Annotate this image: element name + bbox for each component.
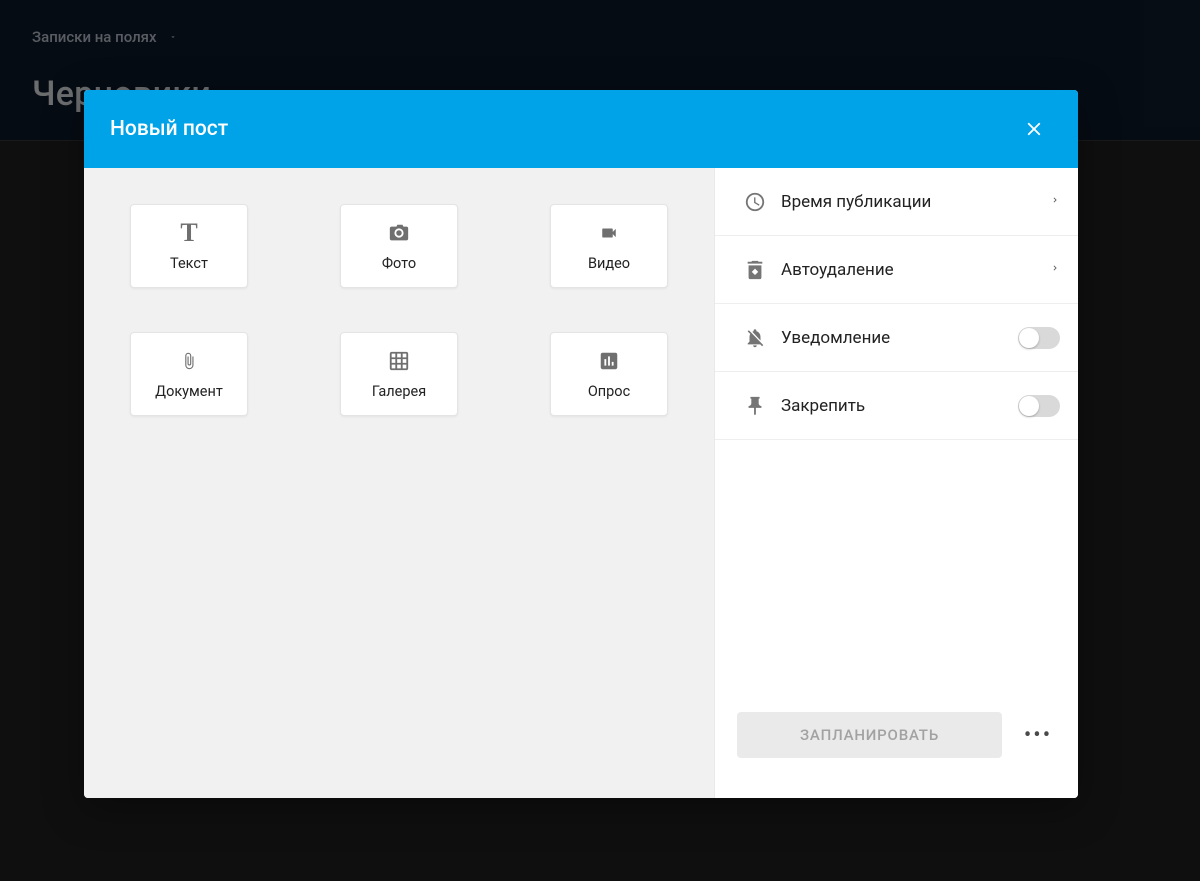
grid-icon [385, 349, 413, 373]
chevron-right-icon [1050, 260, 1060, 280]
attachment-icon [175, 349, 203, 373]
modal-title: Новый пост [110, 117, 228, 141]
close-button[interactable] [1016, 111, 1052, 147]
tile-gallery[interactable]: Галерея [340, 332, 458, 416]
tile-poll[interactable]: Опрос [550, 332, 668, 416]
tile-text[interactable]: T Текст [130, 204, 248, 288]
close-icon [1023, 118, 1045, 140]
tile-label: Опрос [588, 383, 630, 400]
tile-label: Галерея [372, 383, 426, 400]
tile-label: Документ [155, 383, 223, 400]
schedule-button[interactable]: ЗАПЛАНИРОВАТЬ [737, 712, 1002, 758]
clock-icon [737, 191, 773, 213]
setting-pin: Закрепить [715, 372, 1078, 440]
pin-toggle[interactable] [1018, 395, 1060, 417]
tile-label: Фото [382, 255, 416, 272]
more-button[interactable]: ••• [1020, 717, 1056, 753]
schedule-button-label: ЗАПЛАНИРОВАТЬ [800, 726, 939, 744]
bell-off-icon [737, 327, 773, 349]
title-icon: T [175, 221, 203, 245]
chevron-right-icon [1050, 192, 1060, 212]
setting-label: Закрепить [781, 396, 1018, 416]
pin-icon [737, 395, 773, 417]
settings-panel: Время публикации Автоудаление Уведомлени [714, 168, 1078, 798]
setting-label: Автоудаление [781, 260, 1050, 280]
setting-label: Уведомление [781, 328, 1018, 348]
camera-icon [385, 221, 413, 245]
setting-label: Время публикации [781, 192, 1050, 212]
setting-notification: Уведомление [715, 304, 1078, 372]
tile-label: Видео [588, 255, 630, 272]
notification-toggle[interactable] [1018, 327, 1060, 349]
setting-publish-time[interactable]: Время публикации [715, 168, 1078, 236]
tile-photo[interactable]: Фото [340, 204, 458, 288]
auto-delete-icon [737, 259, 773, 281]
tile-label: Текст [170, 255, 208, 272]
video-icon [595, 221, 623, 245]
content-type-panel: T Текст Фото Видео [84, 168, 714, 798]
modal-header: Новый пост [84, 90, 1078, 168]
poll-icon [595, 349, 623, 373]
new-post-modal: Новый пост T Текст Фото [84, 90, 1078, 798]
tile-video[interactable]: Видео [550, 204, 668, 288]
more-icon: ••• [1024, 723, 1052, 748]
tile-document[interactable]: Документ [130, 332, 248, 416]
setting-auto-delete[interactable]: Автоудаление [715, 236, 1078, 304]
